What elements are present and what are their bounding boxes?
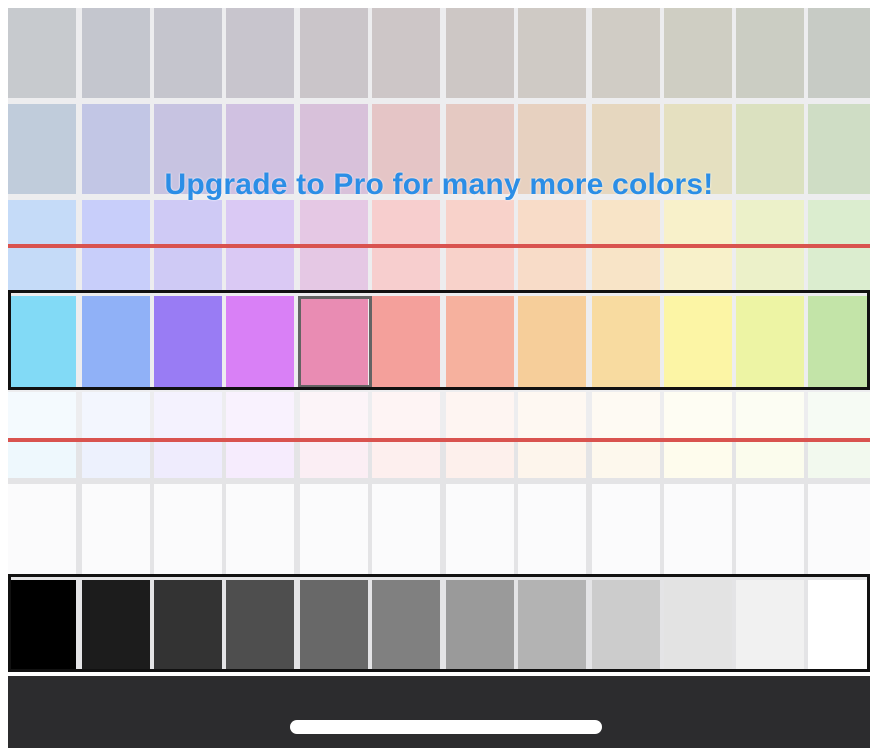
color-swatch[interactable] [518, 484, 586, 574]
color-swatch[interactable] [518, 296, 586, 388]
color-swatch [592, 8, 660, 98]
color-swatch [736, 392, 804, 478]
color-swatch [592, 392, 660, 478]
color-swatch [518, 392, 586, 478]
color-swatch[interactable] [446, 484, 514, 574]
color-swatch [8, 8, 76, 98]
color-palette: Upgrade to Pro for many more colors! [8, 8, 870, 672]
color-swatch[interactable] [8, 580, 76, 672]
color-swatch[interactable] [808, 580, 870, 672]
color-swatch [226, 392, 294, 478]
color-swatch[interactable] [592, 580, 660, 672]
color-swatch[interactable] [154, 580, 222, 672]
color-swatch [518, 8, 586, 98]
color-swatch [300, 8, 368, 98]
color-swatch [446, 392, 514, 478]
color-swatch[interactable] [300, 580, 368, 672]
color-swatch [226, 8, 294, 98]
color-swatch [736, 8, 804, 98]
color-swatch [664, 392, 732, 478]
color-swatch[interactable] [664, 296, 732, 388]
selected-swatch-indicator [298, 296, 372, 388]
color-swatch[interactable] [808, 296, 870, 388]
color-swatch [154, 8, 222, 98]
color-swatch[interactable] [808, 484, 870, 574]
color-swatch [82, 392, 150, 478]
color-swatch[interactable] [446, 580, 514, 672]
left-margin [0, 0, 8, 748]
color-swatch [664, 8, 732, 98]
color-swatch[interactable] [664, 580, 732, 672]
bottom-bar [8, 676, 870, 748]
color-swatch[interactable] [226, 580, 294, 672]
color-swatch[interactable] [372, 484, 440, 574]
color-swatch[interactable] [664, 484, 732, 574]
upgrade-to-pro-label[interactable]: Upgrade to Pro for many more colors! [8, 168, 870, 202]
color-swatch[interactable] [372, 296, 440, 388]
color-swatch [82, 8, 150, 98]
color-swatch [300, 392, 368, 478]
color-swatch[interactable] [154, 296, 222, 388]
color-swatch[interactable] [226, 484, 294, 574]
color-swatch[interactable] [82, 296, 150, 388]
color-swatch[interactable] [518, 580, 586, 672]
color-swatch[interactable] [736, 484, 804, 574]
color-swatch[interactable] [736, 580, 804, 672]
color-swatch[interactable] [300, 484, 368, 574]
home-indicator[interactable] [290, 720, 602, 734]
color-swatch[interactable] [8, 484, 76, 574]
color-swatch[interactable] [226, 296, 294, 388]
color-swatch [808, 8, 870, 98]
color-swatch [446, 8, 514, 98]
color-swatch[interactable] [154, 484, 222, 574]
locked-section-bottom-line [8, 438, 870, 442]
color-swatch[interactable] [592, 296, 660, 388]
color-swatch [372, 392, 440, 478]
color-swatch[interactable] [736, 296, 804, 388]
color-swatch[interactable] [8, 296, 76, 388]
locked-section-top-line [8, 244, 870, 248]
color-swatch[interactable] [82, 580, 150, 672]
color-swatch [372, 8, 440, 98]
color-swatch[interactable] [372, 580, 440, 672]
color-swatch [154, 392, 222, 478]
color-swatch[interactable] [592, 484, 660, 574]
color-swatch[interactable] [82, 484, 150, 574]
color-swatch [808, 392, 870, 478]
color-swatch[interactable] [446, 296, 514, 388]
color-swatch [8, 392, 76, 478]
